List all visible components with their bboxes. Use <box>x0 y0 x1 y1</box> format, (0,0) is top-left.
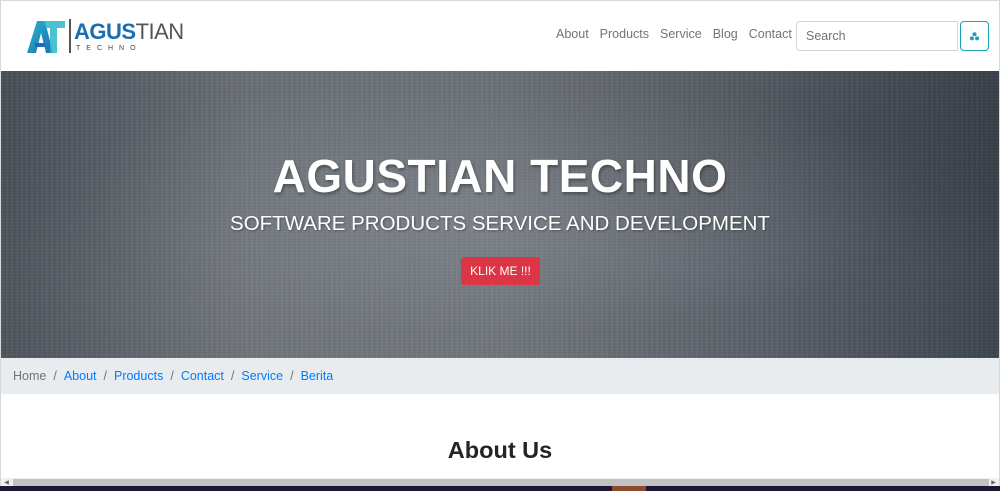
breadcrumb-separator: / <box>290 369 294 383</box>
breadcrumb-berita[interactable]: Berita <box>301 369 334 383</box>
navbar: AGUSTIAN TECHNO About Products Service B… <box>1 1 999 71</box>
breadcrumb-separator: / <box>103 369 107 383</box>
logo-divider <box>69 19 71 53</box>
breadcrumb-separator: / <box>230 369 235 383</box>
breadcrumb-service[interactable]: Service <box>241 369 283 383</box>
nav-link-contact[interactable]: Contact <box>749 27 792 41</box>
breadcrumb-home[interactable]: Home <box>13 369 46 383</box>
taskbar-highlight <box>612 486 646 491</box>
brand-name-part2: TIAN <box>135 18 185 44</box>
breadcrumb-contact[interactable]: Contact <box>181 369 224 383</box>
brand-subtitle: TECHNO <box>76 44 142 52</box>
scrollbar-thumb[interactable] <box>13 479 989 486</box>
search-button[interactable] <box>960 21 989 51</box>
breadcrumb: Home / About / Products / Contact / Serv… <box>1 358 999 394</box>
page: AGUSTIAN TECHNO About Products Service B… <box>0 0 1000 491</box>
breadcrumb-separator: / <box>170 369 174 383</box>
nav-links: About Products Service Blog Contact <box>556 27 803 41</box>
taskbar-strip <box>0 486 1000 491</box>
search-input[interactable] <box>796 21 958 51</box>
hero-banner: AGUSTIAN TECHNO SOFTWARE PRODUCTS SERVIC… <box>1 71 999 358</box>
brand-text: AGUSTIAN TECHNO <box>74 18 185 52</box>
breadcrumb-about[interactable]: About <box>64 369 97 383</box>
breadcrumb-separator: / <box>53 369 57 383</box>
breadcrumb-products[interactable]: Products <box>114 369 163 383</box>
nav-link-products[interactable]: Products <box>600 27 649 41</box>
nav-link-service[interactable]: Service <box>660 27 702 41</box>
hero-cta-button[interactable]: KLIK ME !!! <box>461 257 540 285</box>
brand-name: AGUSTIAN <box>74 18 185 44</box>
brand-name-part1: AGUS <box>74 18 136 44</box>
hero-title: AGUSTIAN TECHNO <box>272 150 728 202</box>
nav-link-blog[interactable]: Blog <box>713 27 738 41</box>
hero-subtitle: SOFTWARE PRODUCTS SERVICE AND DEVELOPMEN… <box>230 212 770 235</box>
search-icon <box>969 31 980 40</box>
nav-link-about[interactable]: About <box>556 27 589 41</box>
about-us-heading: About Us <box>447 437 553 463</box>
at-logo-icon <box>27 21 65 53</box>
brand-logo[interactable]: AGUSTIAN TECHNO <box>25 17 184 55</box>
